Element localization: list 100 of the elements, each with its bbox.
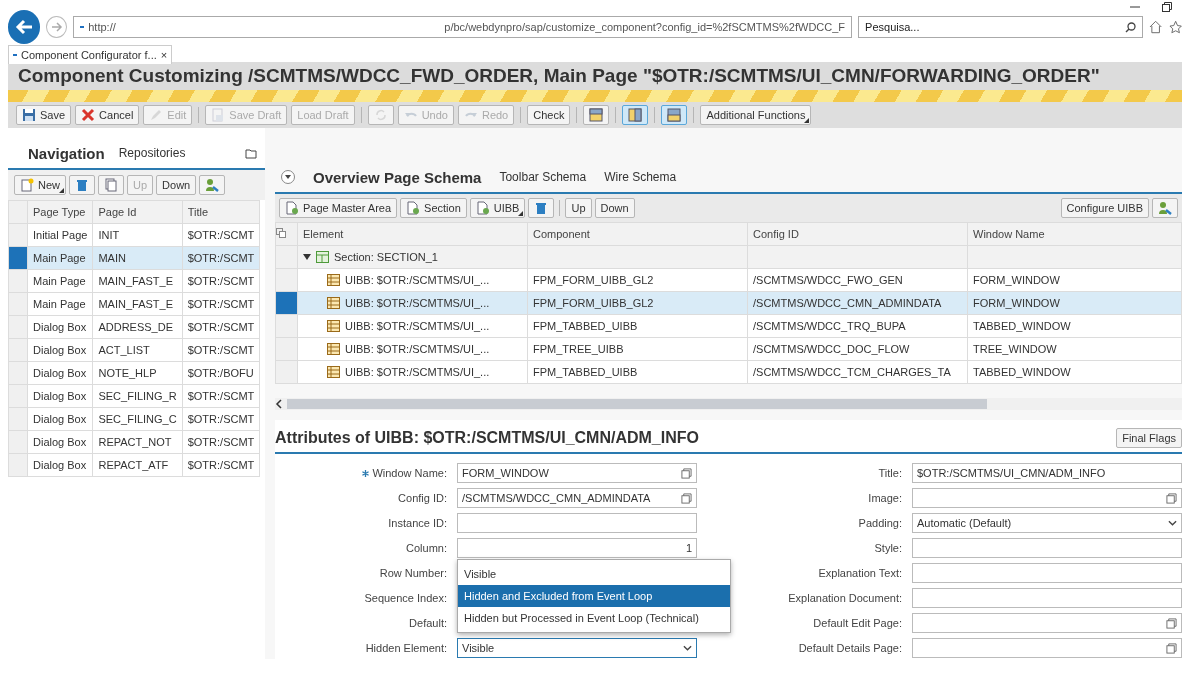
caret-icon [518, 211, 524, 216]
table-cell: Main Page [27, 269, 93, 293]
copy-icon[interactable] [276, 228, 286, 238]
input-field[interactable]: /SCMTMS/WDCC_CMN_ADMINDATA [457, 488, 697, 508]
input-field[interactable]: $OTR:/SCMTMS/UI_CMN/ADM_INFO [912, 463, 1182, 483]
chevron-down-icon [683, 645, 692, 651]
search-field[interactable]: Pesquisa... [858, 16, 1144, 38]
trash-icon-button[interactable] [528, 198, 555, 218]
star-icon[interactable] [1168, 20, 1182, 34]
table-cell: REPACT_ATF [92, 453, 183, 477]
layout-button[interactable] [661, 105, 688, 125]
field-label: Row Number: [378, 567, 447, 579]
table-cell: /SCMTMS/WDCC_DOC_FLOW [747, 337, 968, 361]
field-label: Hidden Element: [364, 642, 447, 654]
row-selector[interactable] [275, 291, 298, 315]
column-header: Page Id [92, 200, 183, 224]
caret-icon [804, 118, 810, 123]
expand-caret-icon[interactable] [303, 253, 311, 261]
input-field[interactable] [912, 613, 1182, 633]
dropdown-option[interactable]: Hidden but Processed in Event Loop (Technical) [458, 607, 730, 629]
table-cell: $OTR:/SCMT [182, 338, 260, 362]
input-field[interactable]: 1 [457, 538, 697, 558]
toolbar-button[interactable]: Down [156, 175, 197, 195]
add-page-icon [406, 201, 421, 215]
value-help-icon[interactable] [681, 467, 692, 479]
toolbar-button[interactable]: Check [527, 105, 571, 125]
input-field[interactable] [912, 563, 1182, 583]
field-label: Instance ID: [387, 517, 447, 529]
final-flags-button[interactable]: Final Flags [1116, 428, 1182, 448]
personalize-icon-button[interactable] [199, 175, 226, 195]
search-icon [1125, 21, 1137, 33]
table-cell: ACT_LIST [92, 338, 183, 362]
folder-icon[interactable] [245, 147, 257, 159]
layout-button[interactable] [583, 105, 610, 125]
form-icon [327, 366, 340, 378]
back-button[interactable] [8, 10, 41, 44]
menu-button[interactable]: New [14, 175, 66, 195]
value-help-icon[interactable] [681, 492, 692, 504]
section-icon [316, 251, 329, 263]
table-cell: REPACT_NOT [92, 430, 183, 454]
table-cell: MAIN_FAST_E [92, 269, 183, 293]
input-field[interactable] [912, 538, 1182, 558]
input-field[interactable]: FORM_WINDOW [457, 463, 697, 483]
home-icon[interactable] [1149, 20, 1163, 34]
dropdown-option[interactable]: Visible [458, 563, 730, 585]
table-cell: /SCMTMS/WDCC_CMN_ADMINDATA [747, 291, 968, 315]
tab[interactable]: Toolbar Schema [499, 170, 587, 184]
field-label: Image: [867, 492, 902, 504]
table-cell: $OTR:/SCMT [182, 453, 260, 477]
dropdown-field[interactable]: Automatic (Default) [912, 513, 1182, 533]
input-field[interactable] [912, 638, 1182, 658]
pencil-icon [149, 108, 164, 122]
trash-icon [75, 178, 89, 192]
field-label: Sequence Index: [363, 592, 447, 604]
toolbar-button[interactable]: Up [565, 198, 592, 218]
field-label: Default Edit Page: [812, 617, 902, 629]
value-help-icon[interactable] [1166, 642, 1177, 654]
menu-button[interactable]: UIBB [469, 198, 526, 218]
toolbar-button[interactable]: Page Master Area [279, 198, 398, 218]
layout-icon [589, 108, 604, 122]
input-field[interactable] [912, 488, 1182, 508]
scrollbar-thumb[interactable] [287, 399, 987, 409]
dropdown-field[interactable]: Visible [457, 638, 697, 658]
menu-button[interactable]: Additional Functions [700, 105, 812, 125]
tab[interactable]: Navigation [28, 144, 105, 162]
toolbar-button[interactable]: Section [400, 198, 467, 218]
personalize-icon-button[interactable] [1152, 198, 1178, 218]
toolbar-button[interactable]: Configure UIBB [1060, 198, 1149, 218]
collapse-button[interactable] [281, 170, 295, 184]
section-title: Attributes of UIBB: $OTR:/SCMTMS/UI_CMN/ADM_INFO [275, 429, 699, 447]
scroll-left-icon[interactable] [275, 399, 283, 409]
trash-icon-button[interactable] [69, 175, 95, 195]
value-help-icon[interactable] [1166, 492, 1177, 504]
restore-icon[interactable] [1162, 2, 1172, 12]
row-selector[interactable] [8, 246, 28, 270]
url-text: p/bc/webdynpro/sap/customize_component?config_id=%2fSCMTMS%2fWDCC_F [444, 21, 846, 33]
copy-icon-button[interactable] [98, 175, 124, 195]
browser-tab[interactable]: Component Configurator f... × [8, 45, 173, 64]
address-bar[interactable]: http:// p/bc/webdynpro/sap/customize_component?config_id=%2fSCMTMS%2fWDCC_F [73, 16, 853, 38]
tab[interactable]: Repositories [118, 146, 186, 160]
input-field[interactable] [457, 513, 697, 533]
url-text: http:// [88, 21, 116, 33]
form-icon [327, 274, 340, 286]
table-cell: Initial Page [27, 223, 93, 247]
input-field[interactable] [912, 588, 1182, 608]
chevron-down-icon [1168, 520, 1177, 526]
toolbar-button[interactable]: Down [594, 198, 635, 218]
table-cell: Dialog Box [27, 453, 93, 477]
copy-icon [104, 178, 118, 192]
layout-button[interactable] [622, 105, 649, 125]
toolbar-button[interactable]: Cancel [75, 105, 140, 125]
toolbar-button[interactable]: Save [16, 105, 72, 125]
forward-button[interactable] [46, 16, 68, 38]
field-label: Default Details Page: [797, 642, 902, 654]
tab[interactable]: Overview Page Schema [313, 168, 482, 186]
dropdown-option[interactable]: Hidden and Excluded from Event Loop [458, 585, 730, 607]
value-help-icon[interactable] [1166, 617, 1177, 629]
tab[interactable]: Wire Schema [604, 170, 677, 184]
table-cell: FORM_WINDOW [967, 291, 1182, 315]
layout-icon [628, 108, 643, 122]
